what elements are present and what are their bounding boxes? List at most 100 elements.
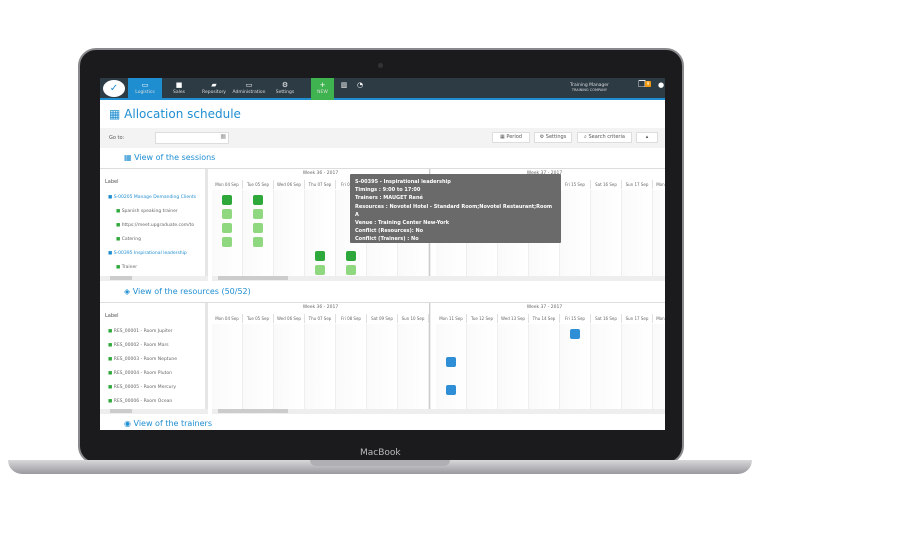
day-header: Fri 08 Sep (336, 314, 367, 323)
search-criteria-button[interactable]: ⌕ Search criteria (577, 132, 632, 143)
scrollbar-thumb[interactable] (218, 276, 288, 280)
plus-icon: + (319, 81, 326, 89)
day-header: Sun 17 Sep (622, 180, 653, 189)
resource-booking[interactable] (446, 357, 456, 367)
session-block[interactable] (222, 195, 232, 205)
app-screen: ✓ ▭ Logistics ■ Sales ▰ Repository ▭ Adminis… (100, 78, 665, 430)
briefcase-icon: ■ (175, 81, 183, 89)
scrollbar-thumb[interactable] (110, 276, 132, 280)
user-icon: ● (657, 81, 665, 89)
session-block[interactable] (253, 237, 263, 247)
session-block[interactable] (222, 237, 232, 247)
resource-booking[interactable] (570, 329, 580, 339)
goto-date-input[interactable]: ▦ (155, 132, 229, 144)
week-divider (429, 303, 431, 410)
timeline-scrollbar[interactable] (212, 409, 665, 414)
monitor-icon: ▭ (141, 81, 149, 89)
session-block[interactable] (222, 223, 232, 233)
list-item[interactable]: ■ S-00205 Manage Demanding Clients (108, 195, 196, 200)
day-column (367, 324, 398, 410)
calendar-icon: ▦ (124, 153, 132, 162)
list-item[interactable]: ■ Trainer (116, 265, 137, 270)
day-column (398, 324, 429, 410)
period-button[interactable]: ▦ Period (492, 132, 530, 143)
label-scrollbar[interactable] (100, 409, 208, 414)
day-column (467, 324, 498, 410)
dashboard-button[interactable]: ◔ (354, 78, 366, 100)
nav-settings[interactable]: ⚙ Settings (270, 78, 300, 100)
day-column (560, 190, 591, 276)
week-36-label: Week 36 - 2017 (302, 305, 339, 310)
sessions-heading: ▦ View of the sessions (124, 153, 216, 162)
day-header: Sat 09 Sep (367, 314, 398, 323)
top-navbar: ✓ ▭ Logistics ■ Sales ▰ Repository ▭ Adminis… (100, 78, 665, 100)
session-block[interactable] (253, 209, 263, 219)
desktop-icon: ▭ (245, 81, 253, 89)
label-column: Label ■ S-00205 Manage Demanding Clients ■… (100, 169, 208, 281)
page-title: ▦ Allocation schedule (109, 107, 241, 121)
gauge-icon: ◔ (356, 81, 364, 89)
chevron-up-icon: ▴ (645, 134, 649, 140)
resource-booking[interactable] (446, 385, 456, 395)
list-item[interactable]: ■ Spanish speaking trainer (116, 209, 178, 214)
day-header: Tue 05 Sep (243, 314, 274, 323)
user-icon: ◉ (124, 419, 131, 428)
list-item[interactable]: ■ RES_00006 - Room Ocean (108, 399, 172, 404)
app-logo[interactable]: ✓ (103, 80, 125, 97)
cube-icon: ◈ (124, 287, 131, 296)
scrollbar-thumb[interactable] (218, 409, 288, 413)
nav-sales[interactable]: ■ Sales (164, 78, 194, 100)
day-header: Wed 06 Sep (274, 180, 305, 189)
scrollbar-thumb[interactable] (110, 409, 132, 413)
trainers-heading: ◉ View of the trainers (124, 419, 212, 428)
day-header: Sat 16 Sep (591, 314, 622, 323)
day-header: Sun 17 Sep (622, 314, 653, 323)
label-header: Label (105, 313, 119, 319)
session-tooltip: S-00395 - Inspirational leadership Timing… (350, 174, 561, 243)
list-item[interactable]: ■ Catering (116, 237, 141, 242)
new-button[interactable]: + NEW (311, 78, 334, 100)
day-column (336, 324, 367, 410)
label-column: Label ■ RES_00001 - Room Jupiter ■ RES_000… (100, 303, 208, 414)
session-block[interactable] (253, 195, 263, 205)
day-header: Thu 07 Sep (305, 180, 336, 189)
device-brand: MacBook (360, 448, 401, 458)
calendar-icon: ▦ (109, 107, 121, 121)
session-block[interactable] (346, 265, 356, 275)
day-header: Sat 16 Sep (591, 180, 622, 189)
nav-repository[interactable]: ▰ Repository (198, 78, 230, 100)
session-block[interactable] (315, 251, 325, 261)
timeline-scrollbar[interactable] (212, 276, 665, 281)
day-header: Wed 06 Sep (274, 314, 305, 323)
list-item[interactable]: ■ RES_00003 - Room Neptune (108, 357, 177, 362)
session-block[interactable] (253, 223, 263, 233)
stats-button[interactable]: ▥ (338, 78, 350, 100)
session-block[interactable] (346, 251, 356, 261)
settings-button[interactable]: ⚙ Settings (534, 132, 572, 143)
nav-administration[interactable]: ▭ Administration (231, 78, 267, 100)
list-item[interactable]: ■ RES_00004 - Room Pluton (108, 371, 172, 376)
day-column (212, 324, 243, 410)
label-scrollbar[interactable] (100, 276, 208, 281)
collapse-button[interactable]: ▴ (636, 132, 658, 143)
list-item[interactable]: ■ https://meet.upgraduate.com/to (116, 223, 194, 228)
day-column (653, 324, 665, 410)
list-item[interactable]: ■ RES_00002 - Room Mars (108, 343, 169, 348)
list-item[interactable]: ■ RES_00001 - Room Jupiter (108, 329, 172, 334)
list-item[interactable]: ■ S-00395 Inspirational leadership (108, 251, 187, 256)
day-header: Fri 15 Sep (560, 314, 591, 323)
day-header: Mon 04 Sep (212, 314, 243, 323)
profile-button[interactable]: ● (656, 78, 665, 100)
nav-logistics[interactable]: ▭ Logistics (128, 78, 162, 100)
day-column (622, 190, 653, 276)
user-menu[interactable]: Training Manager TRAINING COMPANY (570, 83, 609, 93)
day-column (591, 324, 622, 410)
label-header: Label (105, 179, 119, 185)
session-block[interactable] (315, 265, 325, 275)
day-column (591, 190, 622, 276)
session-block[interactable] (222, 209, 232, 219)
list-item[interactable]: ■ RES_00005 - Room Mercury (108, 385, 176, 390)
day-column (274, 324, 305, 410)
day-header: Mon 18 Sep (653, 314, 665, 323)
day-column (274, 190, 305, 276)
